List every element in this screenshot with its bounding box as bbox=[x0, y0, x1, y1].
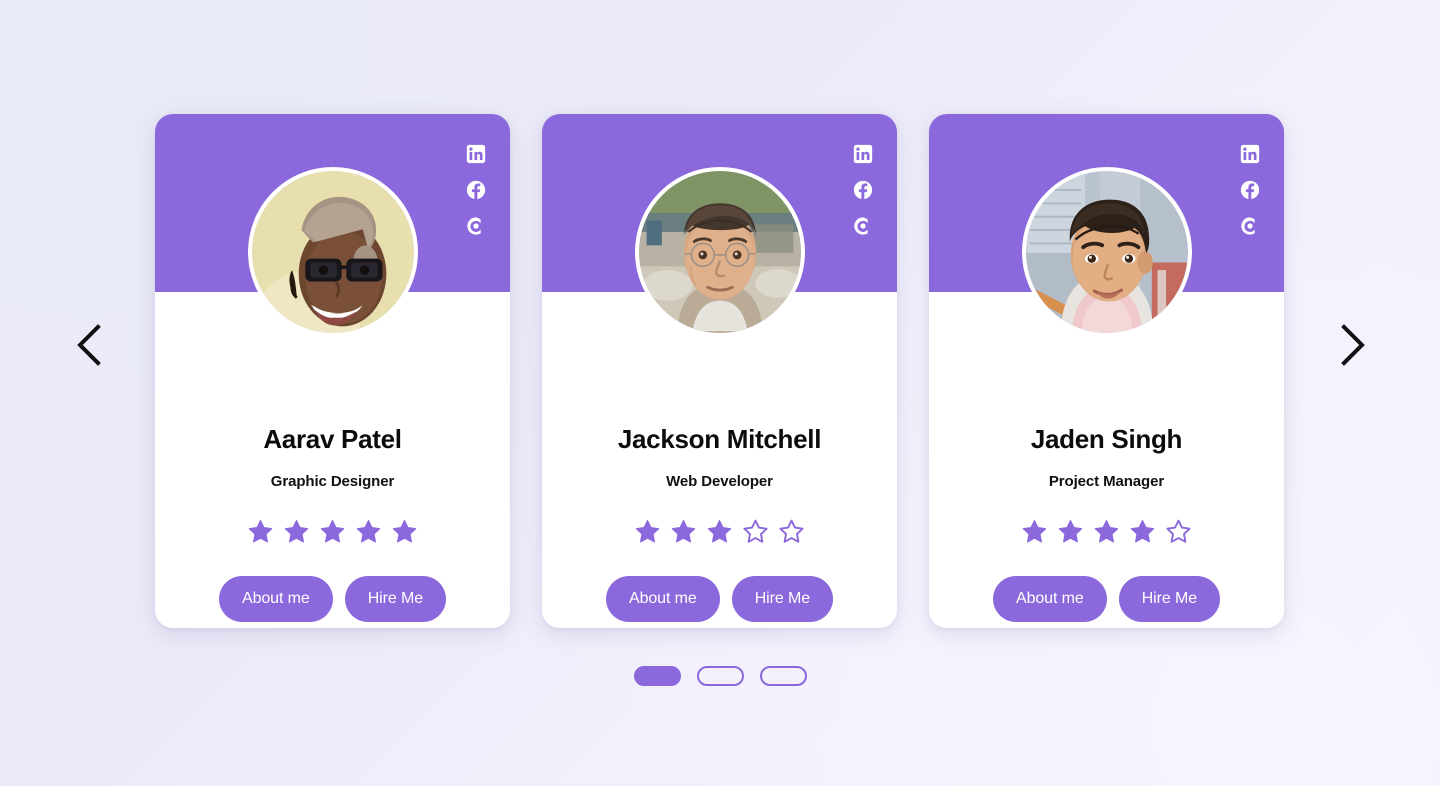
coursera-icon[interactable] bbox=[853, 216, 873, 236]
avatar bbox=[1021, 167, 1192, 337]
carousel-prev-button[interactable] bbox=[58, 305, 120, 385]
star-filled-icon[interactable] bbox=[320, 519, 345, 544]
star-filled-icon[interactable] bbox=[635, 519, 660, 544]
person-name: Aarav Patel bbox=[263, 424, 402, 454]
star-filled-icon[interactable] bbox=[707, 519, 732, 544]
facebook-icon[interactable] bbox=[853, 180, 873, 200]
carousel-next-button[interactable] bbox=[1322, 305, 1384, 385]
card-actions: About me Hire Me bbox=[606, 576, 833, 622]
hire-me-button[interactable]: Hire Me bbox=[731, 576, 833, 622]
hire-me-button[interactable]: Hire Me bbox=[344, 576, 446, 622]
pagination-dot[interactable] bbox=[633, 666, 681, 686]
pagination-dot[interactable] bbox=[696, 666, 744, 686]
profile-card[interactable]: Jaden Singh Project Manager About me Hir… bbox=[929, 114, 1284, 628]
coursera-icon[interactable] bbox=[466, 216, 486, 236]
rating-stars[interactable] bbox=[635, 519, 804, 544]
card-actions: About me Hire Me bbox=[219, 576, 446, 622]
team-carousel: Aarav Patel Graphic Designer About me Hi… bbox=[0, 0, 1440, 786]
card-header-banner bbox=[542, 114, 897, 337]
star-filled-icon[interactable] bbox=[392, 519, 417, 544]
linkedin-icon[interactable] bbox=[1240, 144, 1260, 164]
about-me-button[interactable]: About me bbox=[219, 576, 333, 622]
person-role: Project Manager bbox=[1048, 473, 1165, 490]
chevron-right-icon bbox=[1337, 323, 1369, 367]
star-filled-icon[interactable] bbox=[1094, 519, 1119, 544]
facebook-icon[interactable] bbox=[1240, 180, 1260, 200]
person-role: Graphic Designer bbox=[270, 473, 395, 490]
star-filled-icon[interactable] bbox=[356, 519, 381, 544]
card-body: Jackson Mitchell Web Developer About me … bbox=[542, 292, 897, 628]
linkedin-icon[interactable] bbox=[853, 144, 873, 164]
card-body: Jaden Singh Project Manager About me Hir… bbox=[929, 292, 1284, 628]
star-filled-icon[interactable] bbox=[284, 519, 309, 544]
person-name: Jackson Mitchell bbox=[617, 424, 822, 454]
profile-card-list: Aarav Patel Graphic Designer About me Hi… bbox=[155, 114, 1285, 630]
star-filled-icon[interactable] bbox=[1022, 519, 1047, 544]
avatar bbox=[247, 167, 418, 337]
card-header-banner bbox=[155, 114, 510, 337]
hire-me-button[interactable]: Hire Me bbox=[1118, 576, 1220, 622]
card-header-banner bbox=[929, 114, 1284, 337]
star-empty-icon[interactable] bbox=[779, 519, 804, 544]
person-role: Web Developer bbox=[666, 473, 773, 490]
social-links bbox=[466, 144, 486, 236]
avatar bbox=[634, 167, 805, 337]
social-links bbox=[853, 144, 873, 236]
rating-stars[interactable] bbox=[248, 519, 417, 544]
facebook-icon[interactable] bbox=[466, 180, 486, 200]
pagination-dot[interactable] bbox=[759, 666, 807, 686]
star-filled-icon[interactable] bbox=[1130, 519, 1155, 544]
star-empty-icon[interactable] bbox=[1166, 519, 1191, 544]
chevron-left-icon bbox=[73, 323, 105, 367]
social-links bbox=[1240, 144, 1260, 236]
linkedin-icon[interactable] bbox=[466, 144, 486, 164]
carousel-pagination bbox=[0, 666, 1440, 686]
card-body: Aarav Patel Graphic Designer About me Hi… bbox=[155, 292, 510, 628]
profile-card[interactable]: Aarav Patel Graphic Designer About me Hi… bbox=[155, 114, 510, 628]
about-me-button[interactable]: About me bbox=[993, 576, 1107, 622]
person-name: Jaden Singh bbox=[1030, 424, 1183, 454]
about-me-button[interactable]: About me bbox=[606, 576, 720, 622]
profile-card[interactable]: Jackson Mitchell Web Developer About me … bbox=[542, 114, 897, 628]
star-filled-icon[interactable] bbox=[1058, 519, 1083, 544]
rating-stars[interactable] bbox=[1022, 519, 1191, 544]
star-filled-icon[interactable] bbox=[671, 519, 696, 544]
star-empty-icon[interactable] bbox=[743, 519, 768, 544]
coursera-icon[interactable] bbox=[1240, 216, 1260, 236]
star-filled-icon[interactable] bbox=[248, 519, 273, 544]
card-actions: About me Hire Me bbox=[993, 576, 1220, 622]
